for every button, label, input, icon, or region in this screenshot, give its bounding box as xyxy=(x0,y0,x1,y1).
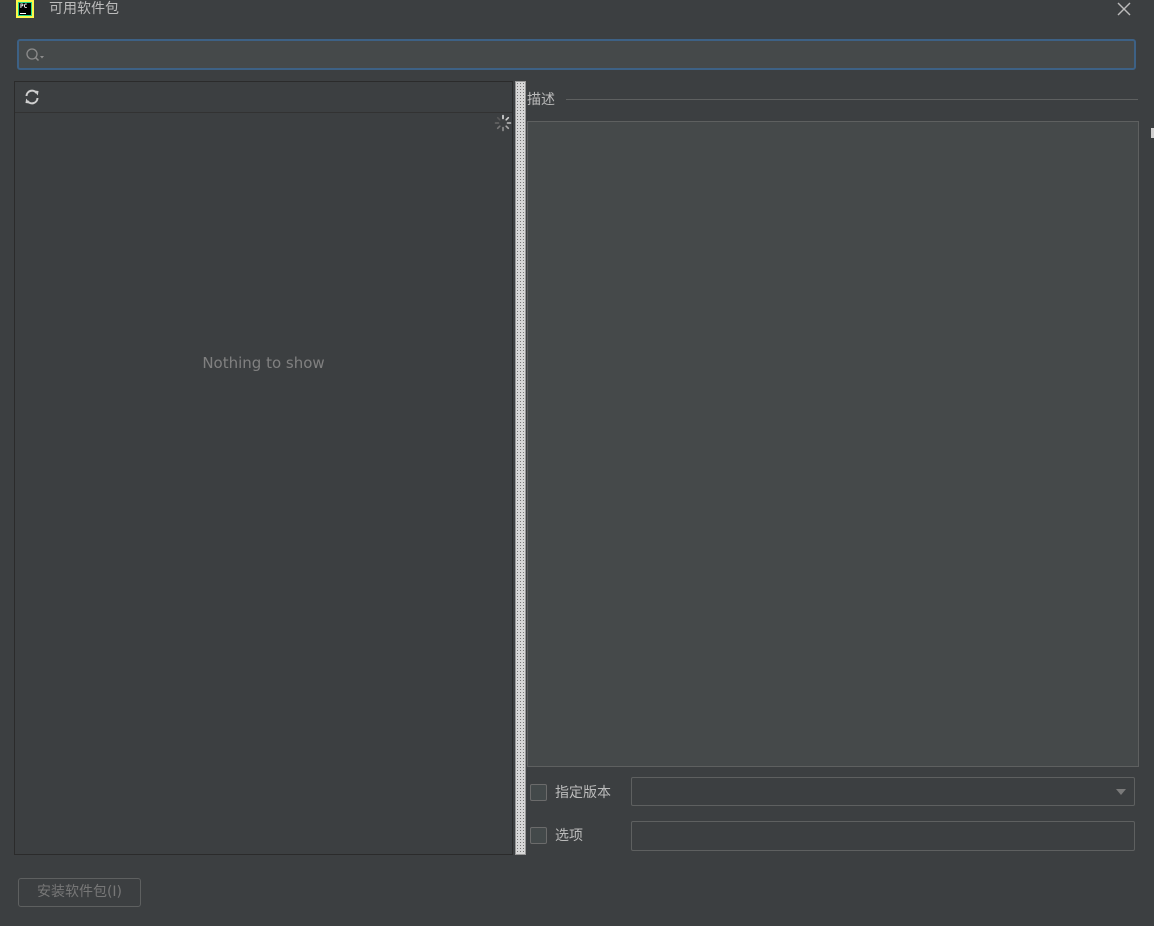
description-separator xyxy=(566,99,1138,100)
search-input[interactable] xyxy=(53,41,1127,70)
refresh-icon[interactable] xyxy=(23,88,41,106)
empty-list-text: Nothing to show xyxy=(202,354,325,372)
options-input[interactable] xyxy=(638,822,1132,852)
description-area[interactable] xyxy=(527,121,1139,767)
options-label: 选项 xyxy=(555,828,583,844)
version-select[interactable] xyxy=(631,777,1135,806)
install-package-button[interactable]: 安装软件包(I) xyxy=(18,878,141,907)
panel-splitter[interactable] xyxy=(515,81,526,855)
chevron-down-icon[interactable] xyxy=(1116,789,1126,795)
close-icon xyxy=(1117,2,1131,16)
specify-version-label: 指定版本 xyxy=(555,785,611,801)
search-field[interactable] xyxy=(17,39,1136,70)
specify-version-checkbox[interactable] xyxy=(530,784,547,801)
search-icon[interactable] xyxy=(25,47,45,63)
loading-spinner-icon xyxy=(494,114,512,132)
package-list-toolbar xyxy=(15,82,512,113)
options-field[interactable] xyxy=(631,821,1135,852)
pycharm-app-icon: PC xyxy=(16,0,34,18)
description-label: 描述 xyxy=(527,92,555,108)
close-button[interactable] xyxy=(1114,0,1134,18)
window-title: 可用软件包 xyxy=(49,1,119,17)
options-checkbox[interactable] xyxy=(530,827,547,844)
package-list-panel[interactable]: Nothing to show xyxy=(14,81,513,855)
